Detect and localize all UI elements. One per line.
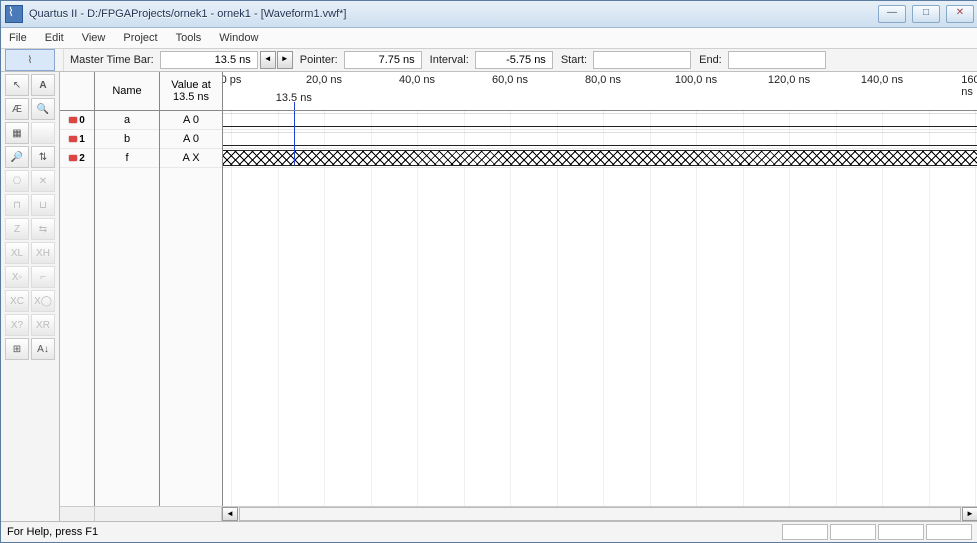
time-cursor[interactable] — [294, 111, 295, 165]
sort-az-tool[interactable]: A↓ — [31, 338, 55, 360]
sort-tool[interactable]: ⇅ — [31, 146, 55, 168]
xl-tool[interactable]: XL — [5, 242, 29, 264]
time-tick: 120,0 ns — [768, 74, 810, 86]
waveform-area[interactable] — [223, 111, 977, 506]
menu-tools[interactable]: Tools — [176, 32, 202, 44]
force-z-tool[interactable]: ⊔ — [31, 194, 55, 216]
status-pane-3 — [878, 524, 924, 540]
close-button[interactable]: ✕ — [946, 5, 974, 23]
window-title: Quartus II - D:/FPGAProjects/ornek1 - or… — [29, 8, 878, 20]
waveform-row[interactable] — [223, 111, 977, 130]
start-value[interactable] — [593, 51, 691, 69]
maximize-button[interactable]: □ — [912, 5, 940, 23]
invert-tool[interactable]: Z — [5, 218, 29, 240]
status-pane-2 — [830, 524, 876, 540]
status-text: For Help, press F1 — [7, 526, 98, 538]
time-tick: 20,0 ns — [306, 74, 342, 86]
end-value[interactable] — [728, 51, 826, 69]
signal-list: 012 abf A 0A 0A X — [60, 111, 223, 506]
menu-window[interactable]: Window — [219, 32, 258, 44]
tool-14[interactable]: ⇆ — [31, 218, 55, 240]
xq-tool[interactable]: X? — [5, 314, 29, 336]
app-window: Quartus II - D:/FPGAProjects/ornek1 - or… — [0, 0, 977, 543]
text-tool[interactable]: A — [31, 74, 55, 96]
xh-tool[interactable]: XH — [31, 242, 55, 264]
waveform-mode-button[interactable]: ⌇ — [5, 49, 55, 71]
signal-value[interactable]: A 0 — [160, 130, 222, 149]
find-tool[interactable]: 🔎 — [5, 146, 29, 168]
hscroll-left[interactable]: ◄ — [222, 507, 238, 521]
signal-value[interactable]: A 0 — [160, 111, 222, 130]
xc-tool[interactable]: XC — [5, 290, 29, 312]
tool-palette: ↖A Æ🔍 ▦ 🔎⇅ ⎔✕ ⊓⊔ Z⇆ XLXH X◦⌐ XCX◯ X?XR ⊞… — [1, 72, 60, 521]
time-tick: 160,0 ns — [961, 74, 977, 98]
menu-view[interactable]: View — [82, 32, 106, 44]
waveform-row[interactable] — [223, 149, 977, 168]
full-screen-tool[interactable]: ▦ — [5, 122, 29, 144]
time-ruler[interactable]: 0 ps 20,0 ns 40,0 ns 60,0 ns 80,0 ns 100,0 ns… — [223, 72, 977, 110]
pin-header[interactable] — [60, 72, 95, 110]
end-label: End: — [693, 54, 728, 66]
start-label: Start: — [555, 54, 593, 66]
signal-pin[interactable]: 0 — [60, 111, 94, 130]
xb-tool[interactable]: X◦ — [5, 266, 29, 288]
time-tick: 40,0 ns — [399, 74, 435, 86]
master-timebar-label: Master Time Bar: — [64, 54, 160, 66]
waveform-row[interactable] — [223, 130, 977, 149]
time-tick: 60,0 ns — [492, 74, 528, 86]
signal-pin[interactable]: 2 — [60, 149, 94, 168]
hscroll-track[interactable] — [239, 507, 961, 521]
value-header[interactable]: Value at 13.5 ns — [160, 72, 223, 110]
xr-tool[interactable]: XR — [31, 314, 55, 336]
signal-name[interactable]: f — [95, 149, 159, 168]
signal-name[interactable]: a — [95, 111, 159, 130]
app-icon — [5, 5, 23, 23]
time-tick: 80,0 ns — [585, 74, 621, 86]
pointer-label: Pointer: — [294, 54, 344, 66]
time-tick: 140,0 ns — [861, 74, 903, 86]
name-header[interactable]: Name — [95, 72, 160, 110]
time-tick: 100,0 ns — [675, 74, 717, 86]
signal-name[interactable]: b — [95, 130, 159, 149]
signal-pin[interactable]: 1 — [60, 130, 94, 149]
zoom-tool[interactable]: 🔍 — [31, 98, 55, 120]
timebar-prev-button[interactable]: ◄ — [260, 51, 276, 69]
hscroll-right[interactable]: ► — [962, 507, 977, 521]
interval-label: Interval: — [424, 54, 475, 66]
xo-tool[interactable]: X◯ — [31, 290, 55, 312]
tool-6[interactable] — [31, 122, 55, 144]
force-high-tool[interactable]: ⊓ — [5, 194, 29, 216]
interval-value: -5.75 ns — [475, 51, 553, 69]
status-bar: For Help, press F1 — [1, 521, 977, 542]
master-timebar-value[interactable]: 13.5 ns — [160, 51, 258, 69]
minimize-button[interactable]: — — [878, 5, 906, 23]
timebar-next-button[interactable]: ► — [277, 51, 293, 69]
inv-tool[interactable]: ⌐ — [31, 266, 55, 288]
menu-project[interactable]: Project — [123, 32, 157, 44]
status-pane-1 — [782, 524, 828, 540]
pointer-tool[interactable]: ↖ — [5, 74, 29, 96]
pointer-value: 7.75 ns — [344, 51, 422, 69]
menu-bar: File Edit View Project Tools Window — [1, 28, 977, 49]
group-tool[interactable]: ⊞ — [5, 338, 29, 360]
signal-headers: Name Value at 13.5 ns 0 ps 20,0 ns 40,0 ns… — [60, 72, 977, 111]
signal-value[interactable]: A X — [160, 149, 222, 168]
menu-file[interactable]: File — [9, 32, 27, 44]
time-toolbar: ⌇ Master Time Bar: 13.5 ns ◄ ► Pointer: … — [1, 49, 977, 72]
wave-tool[interactable]: Æ — [5, 98, 29, 120]
force-unknown-tool[interactable]: ✕ — [31, 170, 55, 192]
menu-edit[interactable]: Edit — [45, 32, 64, 44]
time-tick: 0 ps — [223, 74, 241, 86]
title-bar[interactable]: Quartus II - D:/FPGAProjects/ornek1 - or… — [1, 1, 977, 28]
scroll-area: ◄ ► — [60, 506, 977, 521]
status-pane-4 — [926, 524, 972, 540]
force-low-tool[interactable]: ⎔ — [5, 170, 29, 192]
